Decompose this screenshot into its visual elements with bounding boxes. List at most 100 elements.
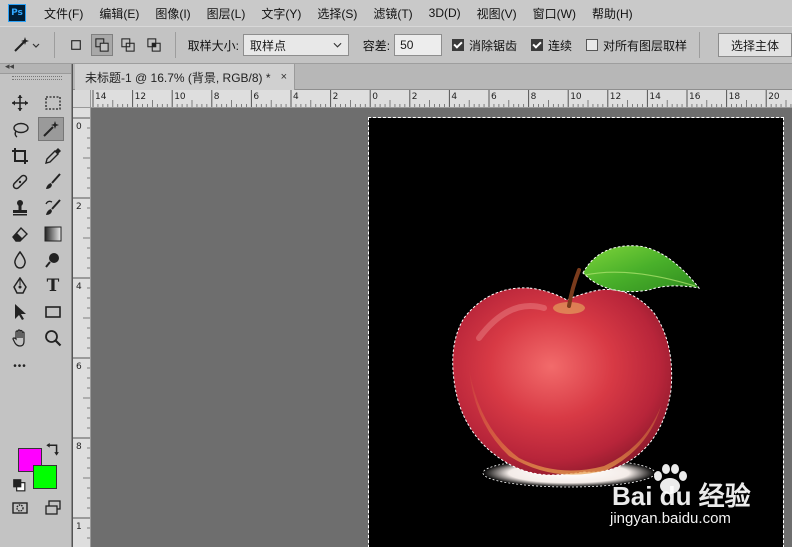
eraser-icon <box>12 226 28 242</box>
contiguous-checkbox[interactable] <box>530 39 543 51</box>
menu-image[interactable]: 图像(I) <box>147 5 198 22</box>
magic-wand-tool[interactable] <box>38 117 64 141</box>
vertical-ruler[interactable]: 0 2 4 6 8 1 <box>73 108 91 547</box>
ruler-label: 10 <box>570 92 582 102</box>
new-selection-button[interactable] <box>65 34 87 56</box>
default-colors-button[interactable] <box>12 478 26 492</box>
menu-help[interactable]: 帮助(H) <box>584 5 641 22</box>
ruler-label: 6 <box>491 92 497 102</box>
document-title: 未标题-1 @ 16.7% (背景, RGB/8) * <box>85 70 271 85</box>
ruler-origin[interactable] <box>73 90 91 108</box>
menu-view[interactable]: 视图(V) <box>469 5 525 22</box>
background-color-swatch[interactable] <box>33 465 57 489</box>
lasso-tool[interactable] <box>7 118 33 142</box>
sample-size-label: 取样大小: <box>187 38 239 53</box>
horizontal-ruler[interactable]: 14 12 10 8 6 4 2 0 2 4 6 8 10 12 14 16 18 20 <box>91 90 792 108</box>
subtract-from-selection-button[interactable] <box>117 34 139 56</box>
document-tab-bar: 未标题-1 @ 16.7% (背景, RGB/8) * × <box>73 64 792 90</box>
swap-colors-button[interactable] <box>44 443 60 458</box>
stamp-icon <box>13 200 27 216</box>
ruler-label: 6 <box>253 92 259 102</box>
brush-icon <box>46 173 61 189</box>
screen-mode-icon <box>45 500 61 515</box>
menu-window[interactable]: 窗口(W) <box>525 5 584 22</box>
eyedropper-tool[interactable] <box>40 144 66 168</box>
crop-tool[interactable] <box>7 144 33 168</box>
tolerance-label: 容差: <box>362 38 391 53</box>
gradient-tool[interactable] <box>40 222 66 246</box>
sample-size-select[interactable]: 取样点 <box>243 34 349 56</box>
panel-grip[interactable] <box>12 76 62 80</box>
subtract-selection-icon <box>121 38 135 52</box>
collapse-icon[interactable]: ◂◂ <box>5 61 14 72</box>
ruler-label: 6 <box>76 362 82 372</box>
ruler-label: 2 <box>412 92 418 102</box>
ruler-label: 4 <box>293 92 299 102</box>
magic-wand-icon <box>14 37 40 52</box>
intersect-selection-icon <box>147 38 161 52</box>
quick-mask-button[interactable] <box>7 496 33 520</box>
sample-all-layers-label: 对所有图层取样 <box>602 38 687 53</box>
divider <box>698 32 700 58</box>
type-icon: T <box>46 276 60 296</box>
add-to-selection-button[interactable] <box>90 34 113 56</box>
ruler-label: 4 <box>451 92 457 102</box>
ruler-label: 4 <box>76 282 82 292</box>
swap-arrows-icon <box>46 443 59 456</box>
menu-3d[interactable]: 3D(D) <box>421 6 469 20</box>
hand-tool[interactable] <box>7 326 33 350</box>
edit-toolbar-button[interactable]: ••• <box>7 354 33 378</box>
contiguous-label: 连续 <box>547 38 572 53</box>
menu-edit[interactable]: 编辑(E) <box>91 5 147 22</box>
move-tool[interactable] <box>7 91 33 115</box>
ruler-label: 16 <box>689 92 701 102</box>
intersect-selection-button[interactable] <box>143 34 165 56</box>
tolerance-input[interactable]: 50 <box>394 34 442 56</box>
arrow-icon <box>15 304 26 320</box>
menu-select[interactable]: 选择(S) <box>309 5 365 22</box>
ruler-label: 2 <box>333 92 339 102</box>
hand-icon <box>12 329 25 347</box>
document-tab[interactable]: 未标题-1 @ 16.7% (背景, RGB/8) * × <box>75 64 295 90</box>
add-selection-icon <box>95 38 109 52</box>
pen-tool[interactable] <box>7 274 33 298</box>
ruler-label: 18 <box>729 92 741 102</box>
select-subject-button[interactable]: 选择主体 <box>717 33 792 57</box>
dodge-tool[interactable] <box>40 248 66 272</box>
menu-type[interactable]: 文字(Y) <box>253 5 309 22</box>
dodge-icon <box>45 253 59 268</box>
new-selection-icon <box>71 40 81 50</box>
clone-stamp-tool[interactable] <box>7 196 33 220</box>
eraser-tool[interactable] <box>7 222 33 246</box>
lasso-icon <box>13 122 29 138</box>
menu-layer[interactable]: 图层(L) <box>199 5 254 22</box>
ruler-ticks: 14 12 10 8 6 4 2 0 2 4 6 8 10 12 14 16 18 20 <box>92 90 792 107</box>
drop-icon <box>14 251 26 269</box>
screen-mode-button[interactable] <box>40 496 66 520</box>
healing-brush-tool[interactable] <box>7 170 33 194</box>
ruler-label: 0 <box>76 122 82 132</box>
brush-tool[interactable] <box>40 170 66 194</box>
type-tool[interactable]: T <box>40 274 66 298</box>
watermark-brand: Bai du 经验 <box>612 481 751 511</box>
menu-filter[interactable]: 滤镜(T) <box>365 5 420 22</box>
anti-alias-checkbox[interactable] <box>452 39 464 51</box>
ruler-ticks: 0 2 4 6 8 1 <box>73 117 90 539</box>
move-icon <box>12 95 28 111</box>
tool-preset-picker[interactable] <box>10 34 44 56</box>
rectangle-icon <box>45 306 61 318</box>
ruler-label: 8 <box>214 92 220 102</box>
blur-tool[interactable] <box>7 248 33 272</box>
rectangle-tool[interactable] <box>40 300 66 324</box>
options-bar: 取样大小: 取样点 容差: 50 消除锯齿 连续 对所有图层取样 选择主体 <box>0 26 792 64</box>
ruler-label: 14 <box>649 92 661 102</box>
rectangular-marquee-tool[interactable] <box>40 91 66 115</box>
history-brush-tool[interactable] <box>40 196 66 220</box>
close-icon[interactable]: × <box>281 71 287 83</box>
path-selection-tool[interactable] <box>7 300 33 324</box>
menu-file[interactable]: 文件(F) <box>36 5 91 22</box>
zoom-tool[interactable] <box>40 326 66 350</box>
sample-all-layers-checkbox[interactable] <box>585 39 598 51</box>
tools-panel-header[interactable]: ◂◂ <box>0 61 71 74</box>
ruler-label: 12 <box>610 92 621 102</box>
